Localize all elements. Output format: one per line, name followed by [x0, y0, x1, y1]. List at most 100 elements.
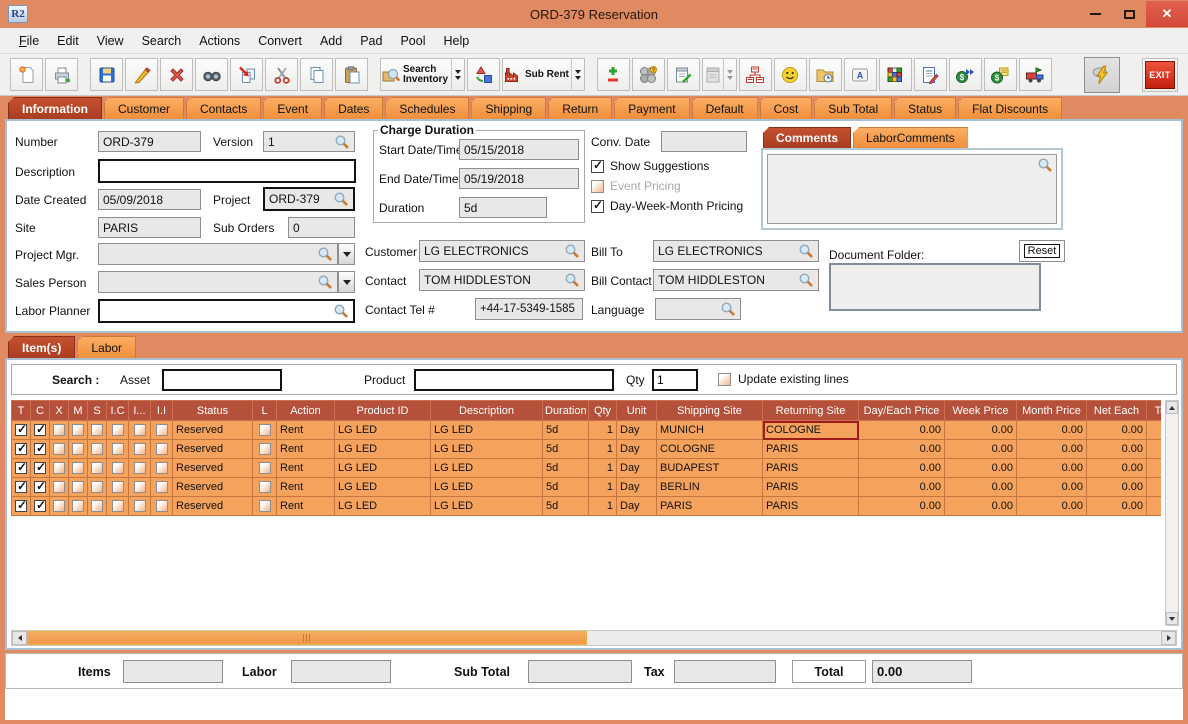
row-checkbox-idot[interactable]	[134, 462, 146, 474]
print-button[interactable]	[45, 58, 78, 91]
magnifier-icon[interactable]	[564, 243, 580, 259]
scroll-left-button[interactable]	[12, 631, 27, 645]
notes-button[interactable]	[667, 58, 700, 91]
edit-button[interactable]	[125, 58, 158, 91]
column-header-i-c[interactable]: I.C	[107, 401, 129, 421]
cell-idot[interactable]	[129, 440, 151, 459]
cell-returning-site[interactable]: PARIS	[763, 478, 859, 497]
cell-net-each[interactable]: 0.00	[1087, 459, 1147, 478]
cell-duration[interactable]: 5d	[543, 421, 589, 440]
cell-action[interactable]: Rent	[277, 478, 335, 497]
cell-ic[interactable]	[107, 497, 129, 516]
inventory-cubes-button[interactable]	[879, 58, 912, 91]
column-header-x[interactable]: X	[50, 401, 69, 421]
cell-day-each-price[interactable]: 0.00	[859, 421, 945, 440]
row-checkbox-l[interactable]	[259, 424, 271, 436]
menu-item-convert[interactable]: Convert	[249, 31, 311, 51]
cell-net-each[interactable]: 0.00	[1087, 421, 1147, 440]
add-remove-button[interactable]	[597, 58, 630, 91]
cell-shipping-site[interactable]: PARIS	[657, 497, 763, 516]
cell-tot[interactable]	[1147, 478, 1162, 497]
row-checkbox-ii[interactable]	[156, 500, 168, 512]
tab-payment[interactable]: Payment	[614, 97, 689, 119]
row-checkbox-c[interactable]	[34, 500, 46, 512]
cell-ii[interactable]	[151, 440, 173, 459]
vertical-scrollbar[interactable]	[1165, 400, 1179, 626]
row-checkbox-c[interactable]	[34, 443, 46, 455]
cell-c[interactable]	[31, 440, 50, 459]
column-header-action[interactable]: Action	[277, 401, 335, 421]
cell-idot[interactable]	[129, 497, 151, 516]
cell-day-each-price[interactable]: 0.00	[859, 478, 945, 497]
magnifier-icon[interactable]	[317, 274, 333, 290]
search-inventory-dropdown[interactable]	[451, 59, 464, 90]
cell-tot[interactable]	[1147, 459, 1162, 478]
column-header-i-i[interactable]: I.I	[151, 401, 173, 421]
cut-button[interactable]	[265, 58, 298, 91]
item-tab-item-s[interactable]: Item(s)	[8, 336, 75, 358]
cell-duration[interactable]: 5d	[543, 478, 589, 497]
magnifier-icon[interactable]	[798, 243, 814, 259]
cell-m[interactable]	[69, 478, 88, 497]
scroll-down-button[interactable]	[1166, 612, 1178, 625]
pool-button[interactable]: ?	[632, 58, 665, 91]
qty-input[interactable]	[652, 369, 698, 391]
cell-m[interactable]	[69, 459, 88, 478]
menu-item-pad[interactable]: Pad	[351, 31, 391, 51]
cell-month-price[interactable]: 0.00	[1017, 497, 1087, 516]
item-tab-labor[interactable]: Labor	[77, 336, 136, 358]
row-checkbox-x[interactable]	[53, 462, 65, 474]
menu-item-file[interactable]: File	[10, 31, 48, 51]
row-checkbox-idot[interactable]	[134, 424, 146, 436]
description-field[interactable]	[98, 159, 356, 183]
row-checkbox-ic[interactable]	[112, 443, 124, 455]
labor-planner-field[interactable]	[98, 299, 355, 323]
column-header-l[interactable]: L	[253, 401, 277, 421]
cell-status[interactable]: Reserved	[173, 478, 253, 497]
cell-l[interactable]	[253, 459, 277, 478]
cell-s[interactable]	[88, 421, 107, 440]
row-checkbox-ic[interactable]	[112, 500, 124, 512]
option-checkbox-day-week-month-pricing[interactable]	[591, 200, 604, 213]
column-header-description[interactable]: Description	[431, 401, 543, 421]
row-checkbox-l[interactable]	[259, 481, 271, 493]
row-checkbox-m[interactable]	[72, 462, 84, 474]
column-header-status[interactable]: Status	[173, 401, 253, 421]
cell-shipping-site[interactable]: BERLIN	[657, 478, 763, 497]
row-checkbox-idot[interactable]	[134, 500, 146, 512]
sales-person-field[interactable]	[98, 271, 338, 293]
tab-sub-total[interactable]: Sub Total	[814, 97, 892, 119]
edit-document-button[interactable]	[914, 58, 947, 91]
cell-ic[interactable]	[107, 440, 129, 459]
total-button[interactable]: Total	[792, 660, 866, 683]
customer-field[interactable]: LG ELECTRONICS	[419, 240, 585, 262]
row-checkbox-l[interactable]	[259, 500, 271, 512]
cell-tot[interactable]	[1147, 421, 1162, 440]
column-header-month-price[interactable]: Month Price	[1017, 401, 1087, 421]
cell-unit[interactable]: Day	[617, 440, 657, 459]
cell-m[interactable]	[69, 440, 88, 459]
row-checkbox-s[interactable]	[91, 462, 103, 474]
quick-action-button[interactable]	[1084, 57, 1120, 93]
billing-forward-button[interactable]: $	[949, 58, 982, 91]
row-checkbox-t[interactable]	[15, 500, 27, 512]
column-header-day-each-price[interactable]: Day/Each Price	[859, 401, 945, 421]
project-mgr-field[interactable]	[98, 243, 338, 265]
column-header-product-id[interactable]: Product ID	[335, 401, 431, 421]
cell-net-each[interactable]: 0.00	[1087, 440, 1147, 459]
row-checkbox-l[interactable]	[259, 462, 271, 474]
cell-status[interactable]: Reserved	[173, 497, 253, 516]
row-checkbox-t[interactable]	[15, 424, 27, 436]
row-checkbox-idot[interactable]	[134, 443, 146, 455]
cell-ii[interactable]	[151, 478, 173, 497]
cell-week-price[interactable]: 0.00	[945, 421, 1017, 440]
column-header-duration[interactable]: Duration	[543, 401, 589, 421]
convert-button[interactable]	[230, 58, 263, 91]
column-header-i[interactable]: I...	[129, 401, 151, 421]
row-checkbox-m[interactable]	[72, 500, 84, 512]
tab-dates[interactable]: Dates	[324, 97, 383, 119]
comments-tab-comments[interactable]: Comments	[763, 127, 851, 148]
row-checkbox-c[interactable]	[34, 424, 46, 436]
cell-net-each[interactable]: 0.00	[1087, 497, 1147, 516]
sub-rent-dropdown[interactable]	[571, 59, 584, 90]
